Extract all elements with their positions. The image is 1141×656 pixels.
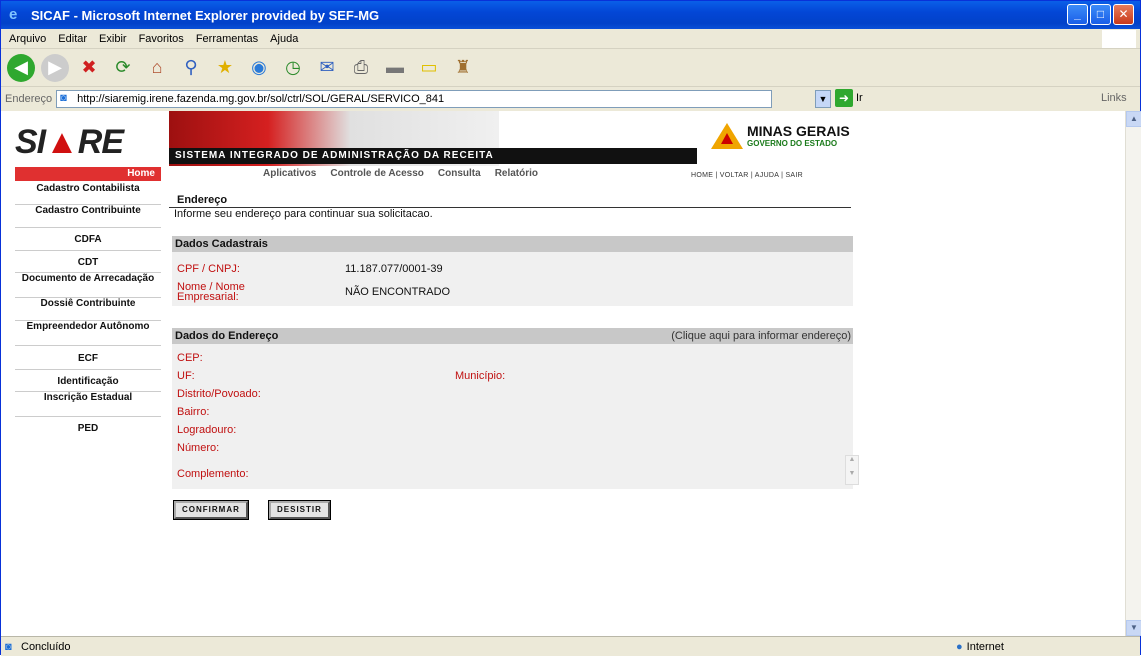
sidebar-item-cdt[interactable]: CDT bbox=[15, 251, 161, 273]
refresh-icon[interactable]: ⟳ bbox=[109, 54, 137, 82]
forward-icon[interactable]: ▶ bbox=[41, 53, 69, 82]
menu-ferramentas[interactable]: Ferramentas bbox=[196, 33, 258, 45]
vertical-scrollbar[interactable]: ▲ ▼ bbox=[1125, 111, 1141, 636]
discuss-icon[interactable]: ▭ bbox=[415, 54, 443, 82]
sidebar-item-dossie-contribuinte[interactable]: Dossiê Contribuinte bbox=[15, 298, 161, 321]
mail-icon[interactable]: ✉ bbox=[313, 54, 341, 82]
page-done-icon: ◙ bbox=[5, 640, 12, 653]
title-bar: e SICAF - Microsoft Internet Explorer pr… bbox=[1, 1, 1140, 29]
menu-arquivo[interactable]: Arquivo bbox=[9, 33, 46, 45]
home-icon[interactable]: ⌂ bbox=[143, 54, 171, 82]
sidebar-item-cdfa[interactable]: CDFA bbox=[15, 228, 161, 251]
toolbar: ◀ ▶ ✖ ⟳ ⌂ ⚲ ★ ◉ ◷ ✉ ⎙ ▬ ▭ ♜ bbox=[1, 49, 1140, 87]
sidebar-item-ped[interactable]: PED bbox=[15, 417, 161, 439]
menu-favoritos[interactable]: Favoritos bbox=[139, 33, 184, 45]
page-icon: ◙ bbox=[60, 92, 67, 104]
go-label: Ir bbox=[856, 92, 863, 104]
status-text: Concluído bbox=[21, 640, 71, 653]
minimize-button[interactable]: _ bbox=[1067, 4, 1088, 25]
page-title: Endereço bbox=[177, 194, 228, 206]
cpf-value: 11.187.077/0001-39 bbox=[345, 263, 443, 275]
windows-flag-icon bbox=[1102, 30, 1136, 48]
logradouro-label: Logradouro: bbox=[177, 424, 237, 436]
back-icon[interactable]: ◀ bbox=[7, 53, 35, 82]
sidebar-item-cadastro-contribuinte[interactable]: Cadastro Contribuinte bbox=[15, 205, 161, 228]
sidebar-nav: Cadastro Contabilista Cadastro Contribui… bbox=[15, 183, 161, 439]
ie-icon: e bbox=[9, 6, 18, 23]
dados-cadastrais-section: Dados Cadastrais CPF / CNPJ: 11.187.077/… bbox=[172, 236, 853, 306]
sidebar-item-identificacao[interactable]: Identificação bbox=[15, 370, 161, 392]
maximize-button[interactable]: □ bbox=[1090, 4, 1111, 25]
dados-cadastrais-heading: Dados Cadastrais bbox=[172, 236, 853, 252]
system-tagline: SISTEMA INTEGRADO DE ADMINISTRAÇÃO DA RE… bbox=[169, 148, 697, 164]
uf-label: UF: bbox=[177, 370, 195, 382]
top-links[interactable]: HOME | VOLTAR | AJUDA | SAIR bbox=[691, 172, 803, 179]
globe-icon: ● bbox=[956, 640, 963, 653]
sidebar-item-ecf[interactable]: ECF bbox=[15, 346, 161, 370]
history-icon[interactable]: ◷ bbox=[279, 54, 307, 82]
nome-value: NÃO ENCONTRADO bbox=[345, 286, 451, 298]
address-url: http://siaremig.irene.fazenda.mg.gov.br/… bbox=[77, 93, 445, 105]
header-banner: SISTEMA INTEGRADO DE ADMINISTRAÇÃO DA RE… bbox=[169, 111, 851, 166]
sidebar-item-inscricao-estadual[interactable]: Inscrição Estadual bbox=[15, 392, 161, 417]
cep-label: CEP: bbox=[177, 352, 203, 364]
bairro-label: Bairro: bbox=[177, 406, 210, 418]
distrito-label: Distrito/Povoado: bbox=[177, 388, 261, 400]
close-button[interactable]: ✕ bbox=[1113, 4, 1134, 25]
messenger-icon[interactable]: ♜ bbox=[449, 54, 477, 82]
complemento-label: Complemento: bbox=[177, 468, 249, 480]
address-input[interactable]: ◙ http://siaremig.irene.fazenda.mg.gov.b… bbox=[56, 90, 773, 108]
scroll-down-icon[interactable]: ▼ bbox=[1126, 620, 1141, 636]
media-icon[interactable]: ◉ bbox=[245, 54, 273, 82]
menu-consulta[interactable]: Consulta bbox=[438, 168, 481, 179]
page-content: SI▲RE SISTEMA INTEGRADO DE ADMINISTRAÇÃO… bbox=[1, 111, 1125, 636]
complemento-textarea[interactable]: ▲ ▼ bbox=[845, 455, 859, 485]
cpf-label: CPF / CNPJ: bbox=[177, 263, 240, 275]
informar-endereco-link[interactable]: (Clique aqui para informar endereço) bbox=[671, 328, 851, 344]
sidebar-item-documento-arrecadacao[interactable]: Documento de Arrecadação bbox=[15, 273, 161, 298]
go-button[interactable]: ➜ Ir bbox=[835, 89, 863, 107]
home-link[interactable]: Home bbox=[15, 167, 161, 181]
browser-window: e SICAF - Microsoft Internet Explorer pr… bbox=[0, 0, 1141, 656]
sidebar-item-empreendedor-autonomo[interactable]: Empreendedor Autônomo bbox=[15, 321, 161, 346]
address-dropdown-icon[interactable]: ▼ bbox=[815, 90, 831, 108]
top-menu: Aplicativos Controle de Acesso Consulta … bbox=[263, 168, 538, 179]
page-info: Informe seu endereço para continuar sua … bbox=[174, 208, 433, 220]
municipio-label: Município: bbox=[455, 370, 506, 382]
menu-ajuda[interactable]: Ajuda bbox=[270, 33, 298, 45]
menu-bar: Arquivo Editar Exibir Favoritos Ferramen… bbox=[1, 29, 1140, 49]
desistir-button[interactable]: DESISTIR bbox=[268, 500, 331, 520]
triangle-icon bbox=[711, 123, 743, 149]
status-bar: ◙ Concluído ● Internet bbox=[1, 636, 1140, 656]
dados-endereco-section: Dados do Endereço (Clique aqui para info… bbox=[172, 328, 859, 489]
numero-label: Número: bbox=[177, 442, 220, 454]
print-icon[interactable]: ⎙ bbox=[347, 54, 375, 82]
address-label: Endereço bbox=[5, 93, 53, 105]
stop-icon[interactable]: ✖ bbox=[75, 54, 103, 82]
edit-icon[interactable]: ▬ bbox=[381, 54, 409, 82]
security-zone: ● Internet bbox=[956, 640, 1004, 653]
address-bar: Endereço ◙ http://siaremig.irene.fazenda… bbox=[1, 87, 1140, 111]
window-title: SICAF - Microsoft Internet Explorer prov… bbox=[31, 7, 380, 23]
siare-logo: SI▲RE bbox=[15, 123, 124, 161]
menu-aplicativos[interactable]: Aplicativos bbox=[263, 168, 316, 179]
scroll-up-icon[interactable]: ▲ bbox=[1126, 111, 1141, 127]
search-icon[interactable]: ⚲ bbox=[177, 54, 205, 82]
minas-gerais-logo: MINAS GERAIS GOVERNO DO ESTADO bbox=[711, 123, 850, 149]
go-arrow-icon: ➜ bbox=[835, 89, 853, 107]
menu-controle-acesso[interactable]: Controle de Acesso bbox=[330, 168, 424, 179]
menu-editar[interactable]: Editar bbox=[58, 33, 87, 45]
dados-endereco-heading: Dados do Endereço (Clique aqui para info… bbox=[172, 328, 853, 344]
confirmar-button[interactable]: CONFIRMAR bbox=[173, 500, 249, 520]
nome-label-2: Empresarial: bbox=[177, 291, 239, 303]
sidebar-item-cadastro-contabilista[interactable]: Cadastro Contabilista bbox=[15, 183, 161, 205]
favorites-icon[interactable]: ★ bbox=[211, 54, 239, 82]
menu-relatorio[interactable]: Relatório bbox=[495, 168, 538, 179]
menu-exibir[interactable]: Exibir bbox=[99, 33, 127, 45]
links-toolbar[interactable]: Links bbox=[1101, 92, 1127, 104]
